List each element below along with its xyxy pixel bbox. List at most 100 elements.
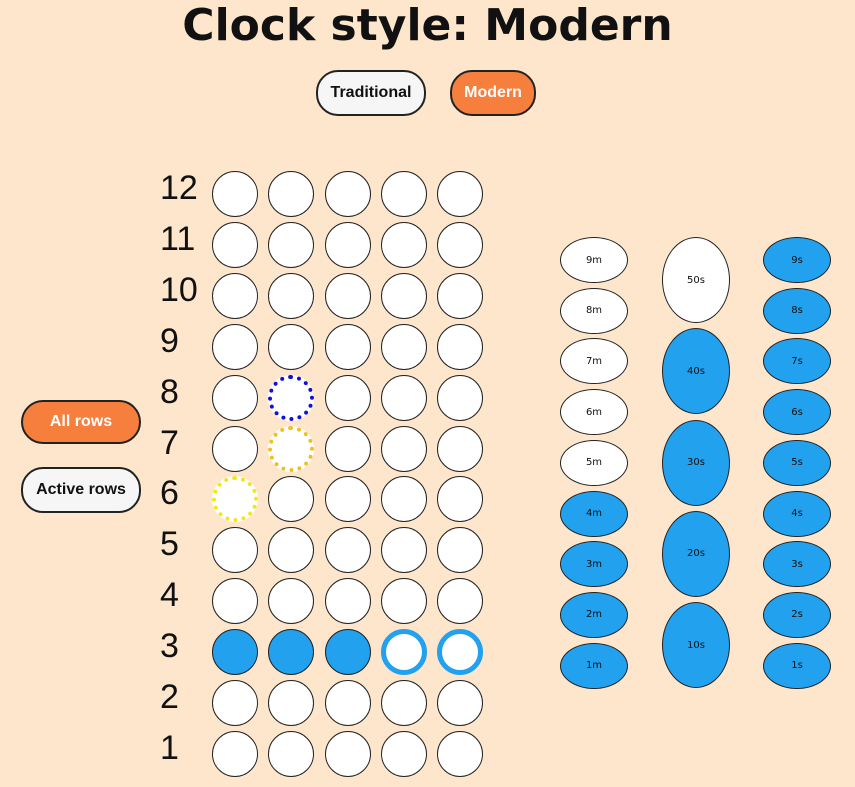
- hour-dot: [380, 629, 427, 676]
- hour-dot: [380, 374, 427, 421]
- hour-dot: [324, 527, 371, 574]
- hour-dot: [324, 425, 371, 472]
- hour-dot: [437, 221, 484, 268]
- minutes-indicator: 2m: [560, 591, 628, 638]
- hour-dot: [380, 171, 427, 217]
- hour-dot: [212, 680, 258, 726]
- hour-dot: [324, 629, 371, 676]
- minutes-indicator: 6m: [560, 389, 628, 436]
- hour-label: 8: [160, 372, 179, 411]
- tens-seconds-indicator: 50s: [662, 237, 730, 323]
- hour-dot: [268, 730, 315, 777]
- hour-dot: [324, 476, 371, 523]
- hour-dot: [212, 476, 258, 523]
- active-rows-button[interactable]: Active rows: [21, 467, 141, 513]
- hour-dot: [212, 527, 258, 574]
- hour-dot: [324, 323, 371, 370]
- hour-dot: [324, 272, 371, 319]
- hour-dot: [268, 221, 315, 268]
- seconds-indicator: 2s: [763, 591, 831, 638]
- seconds-indicator: 7s: [763, 338, 831, 385]
- hour-dot: [380, 578, 427, 625]
- hour-dot: [212, 171, 258, 217]
- hour-dot: [212, 374, 258, 421]
- hour-grid: 12 11 10 9 8 7 6 5 4 3 2 1: [160, 168, 490, 780]
- hour-dot: [324, 680, 371, 726]
- hour-label: 3: [160, 627, 179, 666]
- all-rows-button[interactable]: All rows: [21, 400, 141, 444]
- seconds-indicator: 5s: [763, 439, 831, 486]
- seconds-indicator: 6s: [763, 389, 831, 436]
- hour-dot: [268, 425, 315, 472]
- hour-dot: [268, 680, 315, 726]
- hour-dot: [437, 527, 484, 574]
- hour-dot: [380, 272, 427, 319]
- seconds-indicator: 4s: [763, 490, 831, 537]
- hour-dot: [268, 272, 315, 319]
- hour-label: 6: [160, 474, 179, 513]
- hour-dot: [437, 680, 484, 726]
- minutes-indicator: 1m: [560, 642, 628, 689]
- seconds-indicator: 1s: [763, 642, 831, 689]
- modern-style-button[interactable]: Modern: [450, 70, 536, 116]
- hour-dot: [212, 629, 258, 676]
- hour-label: 11: [160, 219, 196, 258]
- minutes-indicator: 9m: [560, 237, 628, 283]
- hour-dot: [380, 476, 427, 523]
- hour-dot: [324, 730, 371, 777]
- hour-dot: [380, 730, 427, 777]
- hour-dot: [437, 476, 484, 523]
- hour-dot: [324, 171, 371, 217]
- minutes-indicator: 7m: [560, 338, 628, 385]
- tens-seconds-indicator: 20s: [662, 510, 730, 597]
- hour-dot: [212, 425, 258, 472]
- hour-dot: [268, 578, 315, 625]
- hour-dot: [437, 629, 484, 676]
- seconds-indicator: 3s: [763, 541, 831, 588]
- hour-label: 4: [160, 576, 179, 615]
- hour-label: 7: [160, 423, 179, 462]
- minutes-indicator: 4m: [560, 490, 628, 537]
- tens-seconds-indicator: 40s: [662, 328, 730, 415]
- hour-dot: [437, 374, 484, 421]
- tens-seconds-indicator: 30s: [662, 419, 730, 506]
- tens-seconds-indicator: 10s: [662, 602, 730, 689]
- hour-dot: [212, 730, 258, 777]
- hour-label: 12: [160, 169, 198, 207]
- page-title: Clock style: Modern: [182, 0, 673, 51]
- hour-label: 2: [160, 678, 179, 716]
- hour-dot: [437, 578, 484, 625]
- hour-dot: [324, 578, 371, 625]
- hour-dot: [268, 527, 315, 574]
- hour-label: 1: [160, 728, 179, 767]
- seconds-indicator: 9s: [763, 237, 831, 283]
- hour-dot: [212, 272, 258, 319]
- hour-dot: [268, 476, 315, 523]
- hour-dot: [212, 221, 258, 268]
- hour-dot: [437, 272, 484, 319]
- minutes-indicator: 3m: [560, 541, 628, 588]
- minutes-indicator: 8m: [560, 287, 628, 334]
- hour-label: 10: [160, 270, 198, 309]
- hour-dot: [380, 527, 427, 574]
- hour-dot: [380, 680, 427, 726]
- hour-dot: [324, 374, 371, 421]
- hour-dot: [380, 323, 427, 370]
- minutes-indicator: 5m: [560, 439, 628, 486]
- hour-dot: [380, 221, 427, 268]
- hour-dot: [380, 425, 427, 472]
- hour-label: 5: [160, 525, 179, 564]
- seconds-indicator: 8s: [763, 287, 831, 334]
- hour-dot: [268, 629, 315, 676]
- hour-dot: [324, 221, 371, 268]
- hour-dot: [212, 323, 258, 370]
- hour-dot: [268, 171, 315, 217]
- traditional-style-button[interactable]: Traditional: [316, 70, 426, 116]
- hour-dot: [437, 730, 484, 777]
- hour-dot: [437, 171, 484, 217]
- hour-label: 9: [160, 321, 179, 360]
- hour-dot: [268, 374, 315, 421]
- hour-dot: [268, 323, 315, 370]
- hour-dot: [212, 578, 258, 625]
- hour-dot: [437, 323, 484, 370]
